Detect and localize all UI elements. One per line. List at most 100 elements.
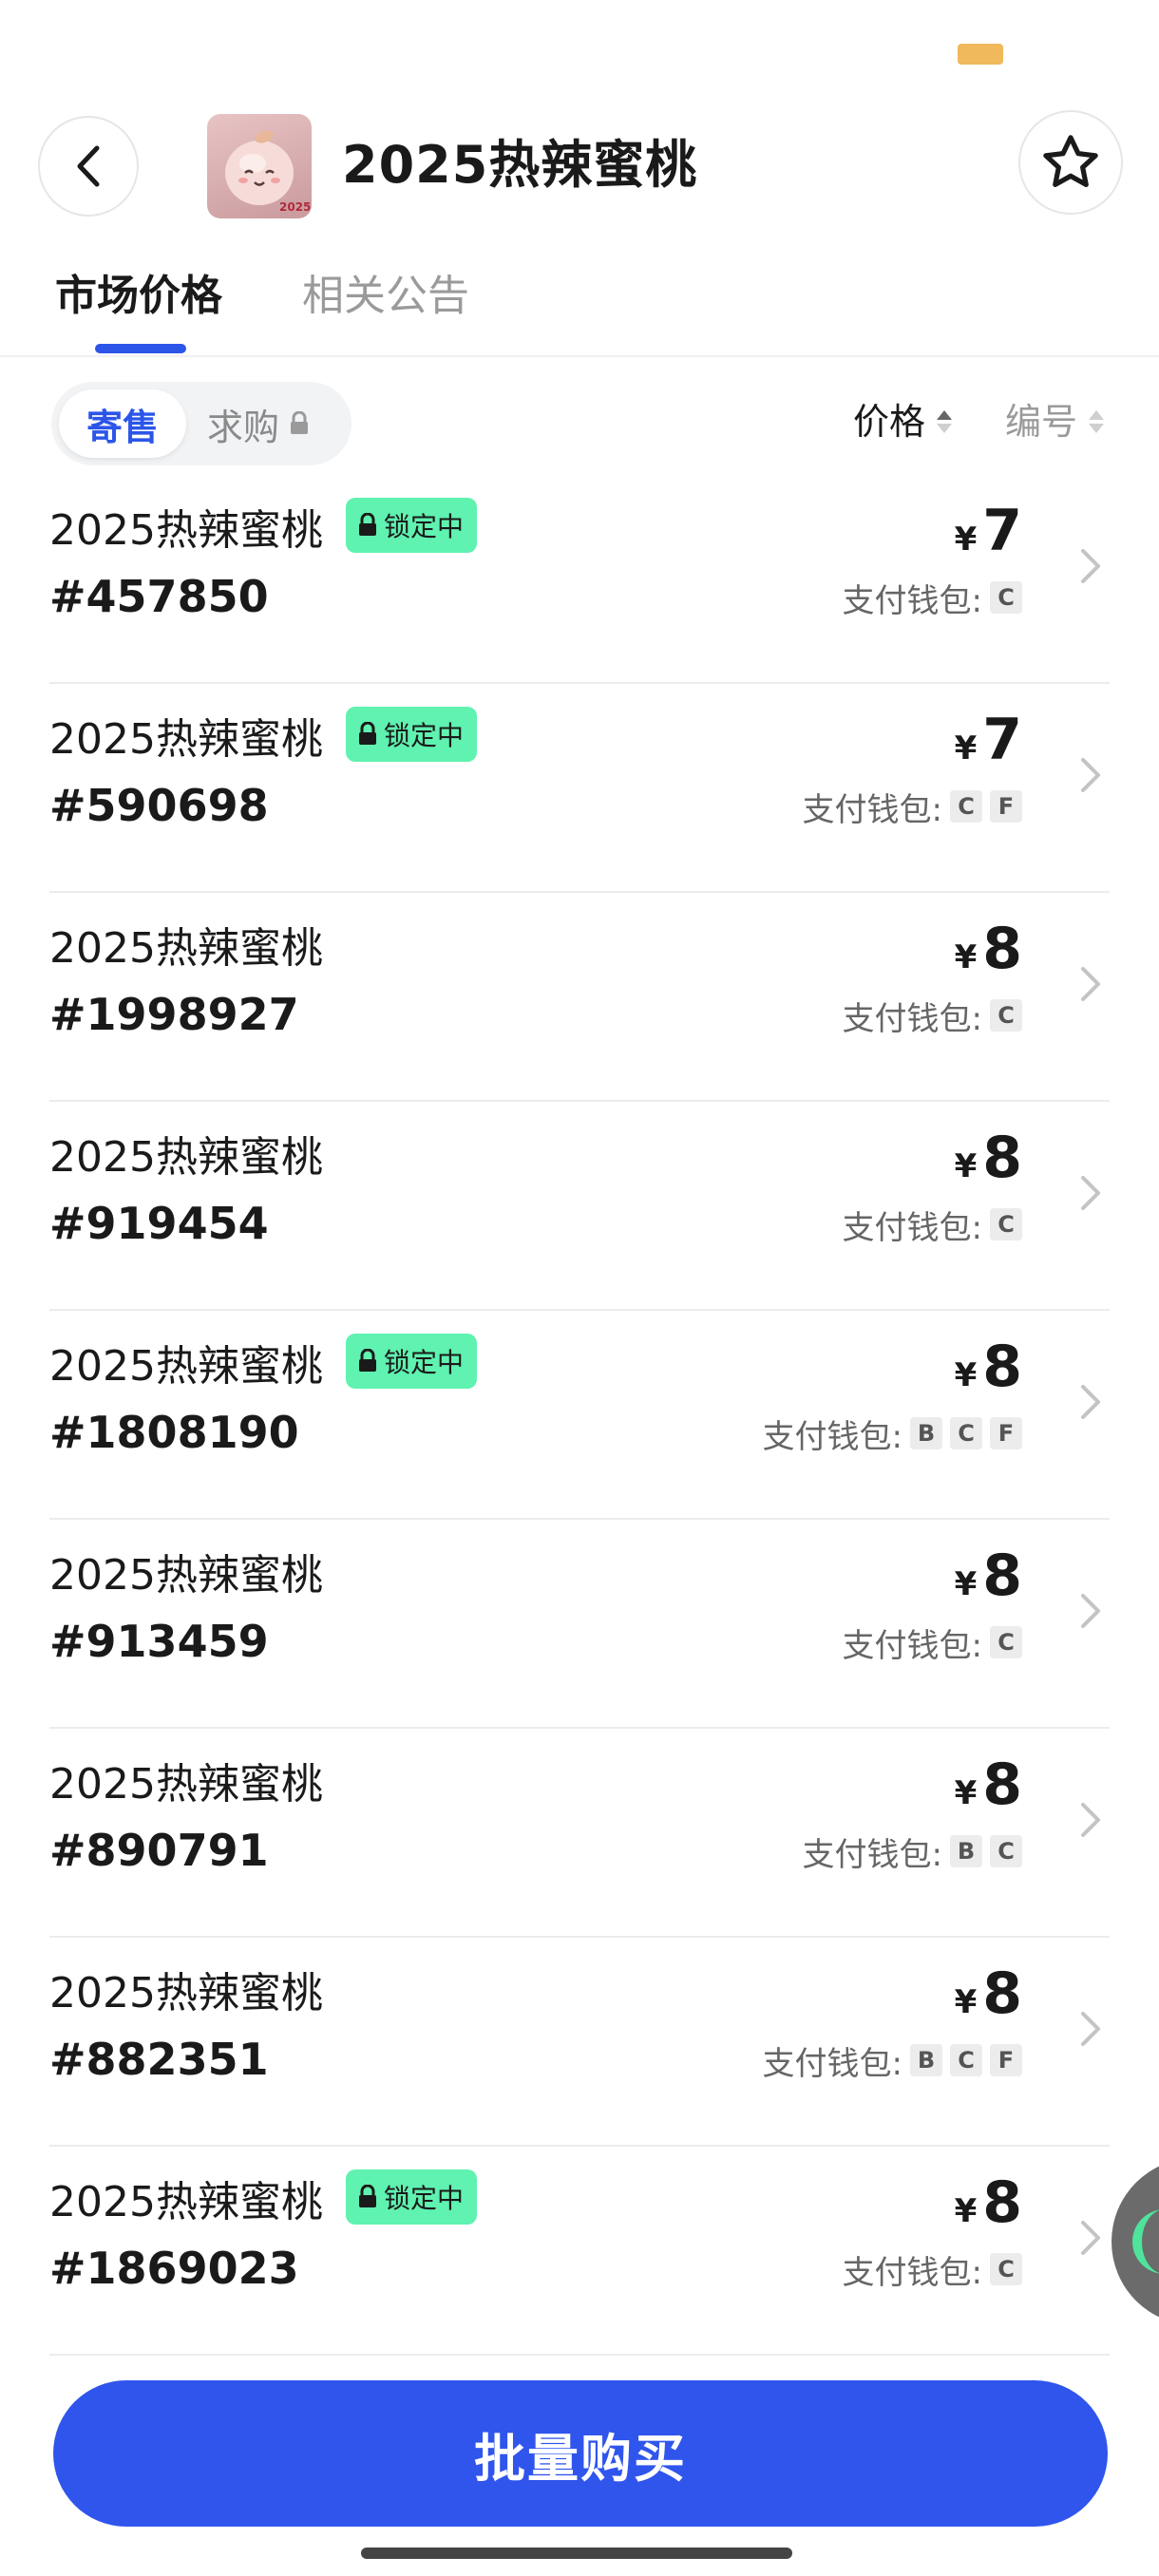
tab-market-price[interactable]: 市场价格: [55, 268, 222, 325]
wallet-tag: F: [990, 790, 1022, 823]
item-price: ¥8: [955, 1752, 1022, 1818]
item-name: 2025热辣蜜桃: [49, 1969, 323, 2017]
payment-wallets: 支付钱包: C F: [803, 783, 1022, 830]
price-amount: 8: [982, 1543, 1022, 1609]
wallet-label: 支付钱包:: [842, 1626, 982, 1665]
payment-wallets: 支付钱包: B C F: [763, 2036, 1022, 2084]
item-price: ¥7: [955, 707, 1022, 773]
list-item[interactable]: 2025热辣蜜桃 锁定中 #1869023 ¥8 支付钱包: C: [49, 2147, 1110, 2356]
wallet-label: 支付钱包:: [842, 1208, 982, 1247]
wallet-tag: C: [950, 2044, 982, 2076]
item-price: ¥7: [955, 498, 1022, 564]
list-item[interactable]: 2025热辣蜜桃 锁定中 #1808190 ¥8 支付钱包: B C F: [49, 1311, 1110, 1520]
lock-icon: [359, 1349, 376, 1372]
wallet-label: 支付钱包:: [762, 1417, 902, 1456]
chevron-right-icon: [1081, 967, 1100, 1001]
list-item[interactable]: 2025热辣蜜桃 锁定中 #590698 ¥7 支付钱包: C F: [49, 684, 1110, 893]
currency-symbol: ¥: [954, 1983, 978, 2021]
sort-by-number[interactable]: 编号: [1005, 395, 1106, 448]
status-indicator: [958, 44, 1003, 65]
item-price: ¥8: [955, 916, 1022, 982]
price-amount: 7: [982, 707, 1022, 773]
bulk-buy-button[interactable]: 批量购买: [53, 2380, 1108, 2527]
item-number: #1998927: [49, 989, 299, 1040]
locked-label: 锁定中: [384, 511, 465, 542]
item-price: ¥8: [955, 1960, 1022, 2027]
currency-symbol: ¥: [954, 2192, 978, 2230]
wallet-label: 支付钱包:: [802, 790, 942, 829]
item-name: 2025热辣蜜桃: [49, 924, 323, 973]
payment-wallets: 支付钱包: B C F: [763, 1410, 1022, 1457]
back-button[interactable]: [38, 116, 139, 217]
chevron-right-icon: [1081, 758, 1100, 792]
item-number: #1808190: [49, 1407, 299, 1458]
chevron-right-icon: [1081, 549, 1100, 583]
peach-image: 2025: [225, 130, 311, 214]
item-name: 2025热辣蜜桃: [49, 715, 323, 764]
item-price: ¥8: [955, 1125, 1022, 1191]
wallet-tag: B: [950, 1835, 982, 1867]
wallet-label: 支付钱包:: [842, 581, 982, 620]
trade-type-segment: 寄售 求购: [51, 382, 352, 465]
locked-label: 锁定中: [384, 720, 465, 751]
wallet-tag: C: [990, 1208, 1022, 1241]
lock-icon: [291, 411, 309, 434]
sort-arrows-icon: [937, 410, 953, 433]
wallet-tag: F: [990, 1417, 1022, 1449]
collection-thumbnail: 2025: [207, 114, 312, 218]
price-amount: 8: [982, 1752, 1022, 1818]
chevron-right-icon: [1081, 2012, 1100, 2046]
list-item[interactable]: 2025热辣蜜桃 #913459 ¥8 支付钱包: C: [49, 1520, 1110, 1729]
wallet-label: 支付钱包:: [842, 2253, 982, 2292]
wallet-tag: C: [950, 790, 982, 823]
currency-symbol: ¥: [954, 938, 978, 976]
buy-request-label: 求购: [207, 406, 280, 448]
sort-price-label: 价格: [853, 401, 926, 443]
payment-wallets: 支付钱包: C: [843, 992, 1022, 1039]
payment-wallets: 支付钱包: C: [843, 574, 1022, 621]
item-name: 2025热辣蜜桃: [49, 1342, 323, 1391]
wallet-tag: C: [990, 1835, 1022, 1867]
sort-arrows-icon: [1089, 410, 1105, 433]
sort-number-label: 编号: [1005, 401, 1078, 443]
payment-wallets: 支付钱包: C: [843, 1619, 1022, 1666]
item-number: #913459: [49, 1616, 269, 1667]
page-title: 2025热辣蜜桃: [342, 135, 698, 195]
currency-symbol: ¥: [954, 1774, 978, 1812]
price-amount: 8: [982, 2169, 1022, 2236]
locked-badge: 锁定中: [346, 707, 478, 762]
item-number: #590698: [49, 780, 269, 831]
item-name: 2025热辣蜜桃: [49, 2178, 323, 2226]
locked-label: 锁定中: [384, 2183, 465, 2214]
sort-by-price[interactable]: 价格: [853, 395, 954, 448]
chevron-right-icon: [1081, 2221, 1100, 2255]
wallet-tag: B: [910, 1417, 942, 1449]
list-item[interactable]: 2025热辣蜜桃 锁定中 #457850 ¥7 支付钱包: C: [49, 475, 1110, 684]
buy-request-segment-button[interactable]: 求购: [207, 389, 310, 458]
list-item[interactable]: 2025热辣蜜桃 #890791 ¥8 支付钱包: B C: [49, 1729, 1110, 1938]
item-number: #919454: [49, 1198, 269, 1249]
chevron-right-icon: [1081, 1176, 1100, 1210]
chevron-right-icon: [1081, 1385, 1100, 1419]
chevron-left-icon: [77, 145, 100, 187]
wallet-tag: C: [990, 581, 1022, 614]
wallet-label: 支付钱包:: [762, 2044, 902, 2083]
list-item[interactable]: 2025热辣蜜桃 #919454 ¥8 支付钱包: C: [49, 1102, 1110, 1311]
wallet-tag: C: [990, 2253, 1022, 2285]
currency-symbol: ¥: [954, 729, 978, 767]
wallet-label: 支付钱包:: [842, 999, 982, 1038]
list-item[interactable]: 2025热辣蜜桃 #1998927 ¥8 支付钱包: C: [49, 893, 1110, 1102]
wallet-label: 支付钱包:: [802, 1835, 942, 1874]
currency-symbol: ¥: [954, 521, 978, 559]
consign-segment-button[interactable]: 寄售: [59, 389, 186, 458]
payment-wallets: 支付钱包: B C: [803, 1828, 1022, 1875]
price-amount: 8: [982, 1125, 1022, 1191]
payment-wallets: 支付钱包: C: [843, 2245, 1022, 2293]
locked-label: 锁定中: [384, 1347, 465, 1378]
lock-icon: [359, 513, 376, 536]
favorite-button[interactable]: [1018, 110, 1123, 215]
tab-announcements[interactable]: 相关公告: [302, 268, 469, 325]
item-number: #890791: [49, 1825, 269, 1876]
filter-bar: 寄售 求购 价格 编号: [0, 378, 1159, 469]
list-item[interactable]: 2025热辣蜜桃 #882351 ¥8 支付钱包: B C F: [49, 1938, 1110, 2147]
